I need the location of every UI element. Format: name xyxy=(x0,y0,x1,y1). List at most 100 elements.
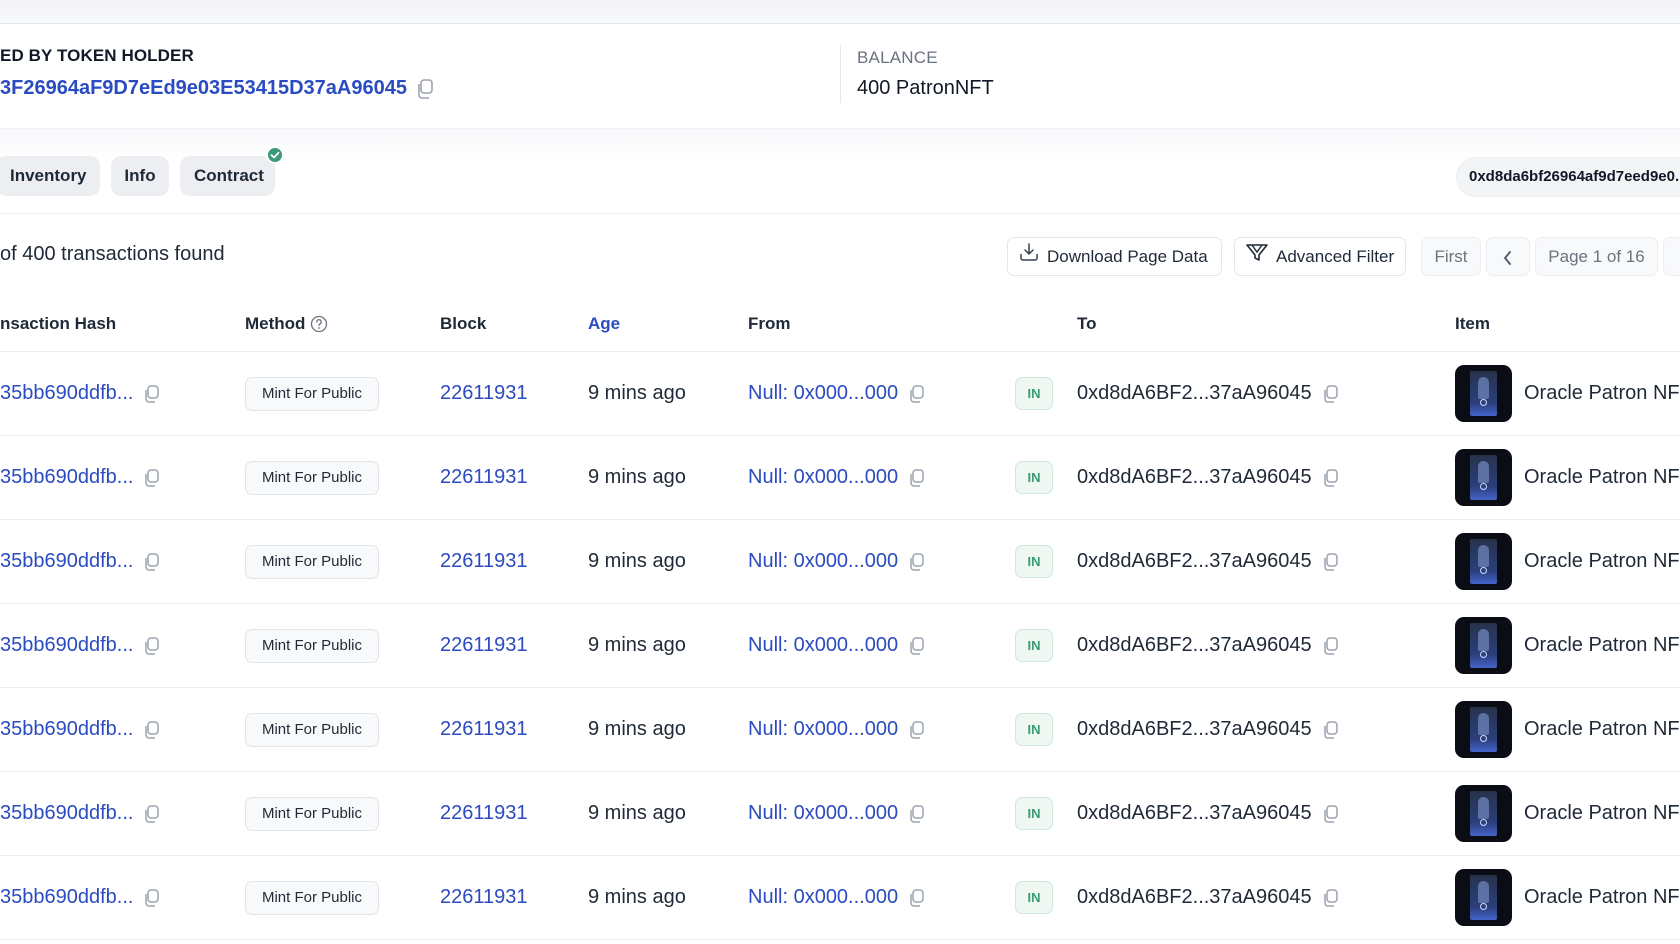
item-name[interactable]: Oracle Patron NFT xyxy=(1524,466,1680,489)
copy-icon[interactable] xyxy=(908,720,926,740)
block-link[interactable]: 22611931 xyxy=(440,604,528,687)
from-address-link[interactable]: Null: 0x000...000 xyxy=(748,550,898,573)
tx-hash-link[interactable]: 35bb690ddfb... xyxy=(0,550,133,573)
copy-icon[interactable] xyxy=(143,468,161,488)
age-text: 9 mins ago xyxy=(588,382,686,404)
nft-thumbnail[interactable] xyxy=(1455,617,1512,674)
direction-badge: IN xyxy=(1015,881,1053,914)
tab-info[interactable]: Info xyxy=(111,156,169,196)
copy-icon[interactable] xyxy=(908,552,926,572)
copy-icon[interactable] xyxy=(1322,804,1340,824)
holder-filter-label: ED BY TOKEN HOLDER xyxy=(0,46,194,65)
from-cell: Null: 0x000...000 xyxy=(748,604,926,687)
copy-icon[interactable] xyxy=(908,636,926,656)
item-name[interactable]: Oracle Patron NFT xyxy=(1524,718,1680,741)
copy-icon[interactable] xyxy=(1322,720,1340,740)
item-name[interactable]: Oracle Patron NFT xyxy=(1524,886,1680,909)
age-text: 9 mins ago xyxy=(588,550,686,572)
item-name[interactable]: Oracle Patron NFT xyxy=(1524,382,1680,405)
block-link[interactable]: 22611931 xyxy=(440,436,528,519)
method-badge: Mint For Public xyxy=(245,880,379,915)
tx-hash-cell: 35bb690ddfb... xyxy=(0,520,161,603)
tx-hash-link[interactable]: 35bb690ddfb... xyxy=(0,802,133,825)
direction-cell: IN xyxy=(1015,352,1053,435)
block-link[interactable]: 22611931 xyxy=(440,688,528,771)
nft-thumbnail[interactable] xyxy=(1455,449,1512,506)
copy-icon[interactable] xyxy=(908,888,926,908)
from-address-link[interactable]: Null: 0x000...000 xyxy=(748,382,898,405)
from-cell: Null: 0x000...000 xyxy=(748,436,926,519)
from-address-link[interactable]: Null: 0x000...000 xyxy=(748,634,898,657)
help-icon[interactable] xyxy=(310,315,328,333)
tab-contract[interactable]: Contract xyxy=(180,156,275,196)
table-row: 35bb690ddfb... Mint For Public 22611931 … xyxy=(0,520,1680,604)
copy-icon[interactable] xyxy=(143,384,161,404)
nft-thumbnail[interactable] xyxy=(1455,533,1512,590)
next-page-button[interactable] xyxy=(1663,237,1680,276)
previous-page-button[interactable] xyxy=(1486,237,1530,276)
from-address-link[interactable]: Null: 0x000...000 xyxy=(748,466,898,489)
column-header-age[interactable]: Age xyxy=(588,314,620,334)
nft-thumbnail[interactable] xyxy=(1455,869,1512,926)
tab-inventory[interactable]: Inventory xyxy=(0,156,100,196)
to-cell: 0xd8dA6BF2...37aA96045 xyxy=(1077,436,1340,519)
to-address: 0xd8dA6BF2...37aA96045 xyxy=(1077,634,1312,656)
method-badge: Mint For Public xyxy=(245,376,379,411)
filter-label: Advanced Filter xyxy=(1276,247,1395,266)
to-address: 0xd8dA6BF2...37aA96045 xyxy=(1077,550,1312,572)
copy-icon[interactable] xyxy=(908,804,926,824)
item-name[interactable]: Oracle Patron NFT xyxy=(1524,634,1680,657)
item-name[interactable]: Oracle Patron NFT xyxy=(1524,550,1680,573)
copy-icon[interactable] xyxy=(1322,888,1340,908)
holder-address-link[interactable]: 3F26964aF9D7eEd9e03E53415D37aA96045 xyxy=(0,77,407,100)
transactions-count: of 400 transactions found xyxy=(0,243,225,265)
copy-icon[interactable] xyxy=(1322,468,1340,488)
balance-label: BALANCE xyxy=(857,48,938,67)
age-text: 9 mins ago xyxy=(588,718,686,740)
column-header-hash: nsaction Hash xyxy=(0,314,117,333)
method-badge: Mint For Public xyxy=(245,544,379,579)
address-filter-chip[interactable]: 0xd8da6bf26964af9d7eed9e0... xyxy=(1456,157,1680,197)
copy-icon[interactable] xyxy=(1322,552,1340,572)
copy-icon[interactable] xyxy=(143,720,161,740)
download-page-data-button[interactable]: Download Page Data xyxy=(1007,237,1222,276)
age-text: 9 mins ago xyxy=(588,466,686,488)
copy-icon[interactable] xyxy=(143,636,161,656)
tx-hash-link[interactable]: 35bb690ddfb... xyxy=(0,718,133,741)
copy-icon[interactable] xyxy=(415,78,435,100)
from-address-link[interactable]: Null: 0x000...000 xyxy=(748,802,898,825)
item-cell: Oracle Patron NFT xyxy=(1455,688,1680,771)
age-text: 9 mins ago xyxy=(588,634,686,656)
copy-icon[interactable] xyxy=(143,552,161,572)
tx-hash-cell: 35bb690ddfb... xyxy=(0,352,161,435)
nft-thumbnail[interactable] xyxy=(1455,785,1512,842)
copy-icon[interactable] xyxy=(143,804,161,824)
nft-thumbnail[interactable] xyxy=(1455,701,1512,758)
block-link[interactable]: 22611931 xyxy=(440,772,528,855)
tx-hash-link[interactable]: 35bb690ddfb... xyxy=(0,382,133,405)
copy-icon[interactable] xyxy=(908,384,926,404)
block-link[interactable]: 22611931 xyxy=(440,520,528,603)
block-link[interactable]: 22611931 xyxy=(440,856,528,939)
from-cell: Null: 0x000...000 xyxy=(748,520,926,603)
top-bar xyxy=(0,0,1680,24)
from-address-link[interactable]: Null: 0x000...000 xyxy=(748,886,898,909)
tx-hash-link[interactable]: 35bb690ddfb... xyxy=(0,466,133,489)
method-cell: Mint For Public xyxy=(245,604,379,687)
to-address: 0xd8dA6BF2...37aA96045 xyxy=(1077,466,1312,488)
item-name[interactable]: Oracle Patron NFT xyxy=(1524,802,1680,825)
to-cell: 0xd8dA6BF2...37aA96045 xyxy=(1077,856,1340,939)
direction-badge: IN xyxy=(1015,377,1053,410)
advanced-filter-button[interactable]: Advanced Filter xyxy=(1234,237,1406,276)
tx-hash-link[interactable]: 35bb690ddfb... xyxy=(0,886,133,909)
copy-icon[interactable] xyxy=(908,468,926,488)
copy-icon[interactable] xyxy=(1322,384,1340,404)
from-address-link[interactable]: Null: 0x000...000 xyxy=(748,718,898,741)
item-cell: Oracle Patron NFT xyxy=(1455,856,1680,939)
nft-thumbnail[interactable] xyxy=(1455,365,1512,422)
first-page-button[interactable]: First xyxy=(1421,237,1481,276)
tx-hash-link[interactable]: 35bb690ddfb... xyxy=(0,634,133,657)
block-link[interactable]: 22611931 xyxy=(440,352,528,435)
copy-icon[interactable] xyxy=(1322,636,1340,656)
copy-icon[interactable] xyxy=(143,888,161,908)
